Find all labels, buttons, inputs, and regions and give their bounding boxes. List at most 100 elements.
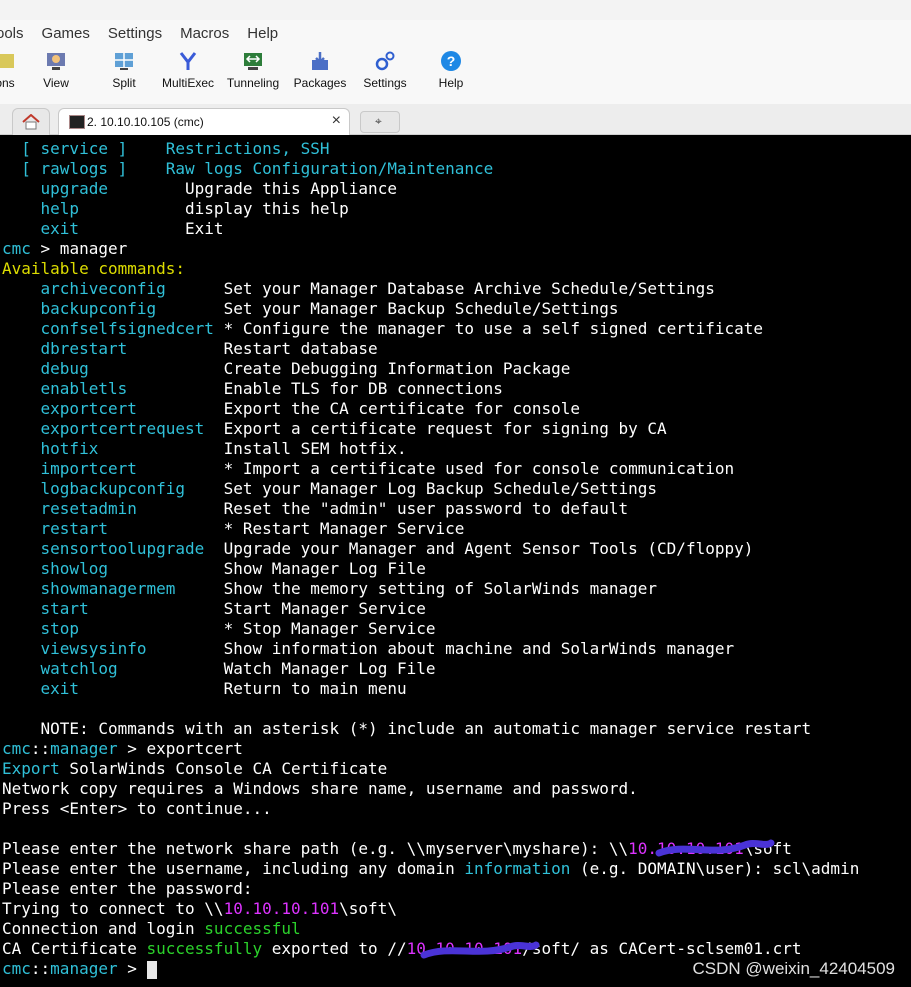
command-name: dbrestart (40, 339, 128, 358)
terminal-line: CA Certificate successfully exported to … (2, 939, 802, 958)
command-description: * Configure the manager to use a self si… (223, 319, 763, 338)
command-description: Enable TLS for DB connections (223, 379, 503, 398)
command-row: stop * Stop Manager Service (2, 619, 436, 639)
command-description: Set your Manager Database Archive Schedu… (223, 279, 715, 298)
command-name: backupconfig (40, 299, 157, 318)
command-row: exportcert Export the CA certificate for… (2, 399, 580, 419)
command-description: Install SEM hotfix. (223, 439, 407, 458)
command-name: showlog (40, 559, 108, 578)
menu-help[interactable]: Help (247, 25, 278, 42)
tab-bar: 2. 10.10.10.105 (cmc) × ⌖ (0, 104, 911, 135)
command-description: Return to main menu (223, 679, 407, 698)
command-description: Reset the "admin" user password to defau… (223, 499, 629, 518)
terminal-line: Network copy requires a Windows share na… (2, 779, 638, 798)
command-row: watchlog Watch Manager Log File (2, 659, 436, 679)
command-name: exportcert (40, 399, 137, 418)
tab-home[interactable] (12, 108, 50, 135)
terminal-line: exit Exit (40, 219, 224, 238)
command-name: debug (40, 359, 89, 378)
toolbar-packages-button[interactable]: Packages (292, 50, 348, 90)
svg-text:?: ? (447, 53, 456, 69)
command-name: sensortoolupgrade (40, 539, 205, 558)
terminal-line: upgrade Upgrade this Appliance (40, 179, 397, 198)
terminal-line: Please enter the username, including any… (2, 859, 860, 878)
terminal-icon (69, 115, 85, 129)
toolbar-settings-button[interactable]: Settings (360, 50, 410, 90)
command-row: restart * Restart Manager Service (2, 519, 465, 539)
command-description: * Stop Manager Service (223, 619, 436, 638)
terminal-heading: Available commands: (2, 259, 186, 278)
terminal-line: [ rawlogs ] Raw logs Configuration/Maint… (2, 159, 494, 178)
command-row: enabletls Enable TLS for DB connections (2, 379, 503, 399)
gear-icon (375, 51, 395, 71)
terminal-prompt-line: cmc::manager > exportcert (2, 739, 243, 758)
menu-macros[interactable]: Macros (180, 25, 229, 42)
command-name: hotfix (40, 439, 99, 458)
terminal-line: [ service ] Restrictions, SSH (2, 139, 330, 158)
command-description: Upgrade your Manager and Agent Sensor To… (223, 539, 754, 558)
command-name: start (40, 599, 89, 618)
command-row: logbackupconfig Set your Manager Log Bac… (2, 479, 658, 499)
terminal-line: Trying to connect to \\10.10.10.101\soft… (2, 899, 397, 918)
command-row: showlog Show Manager Log File (2, 559, 426, 579)
terminal-output[interactable]: [ service ] Restrictions, SSH [ rawlogs … (0, 135, 911, 987)
command-row: exit Return to main menu (2, 679, 407, 699)
command-name: confselfsignedcert (40, 319, 214, 338)
command-row: exportcertrequest Export a certificate r… (2, 419, 667, 439)
terminal-line: Export SolarWinds Console CA Certificate (2, 759, 388, 778)
command-name: exit (40, 679, 80, 698)
command-row: confselfsignedcert * Configure the manag… (2, 319, 763, 339)
command-description: Start Manager Service (223, 599, 426, 618)
tab-session[interactable]: 2. 10.10.10.105 (cmc) × (58, 108, 350, 135)
command-description: Watch Manager Log File (223, 659, 436, 678)
command-name: restart (40, 519, 108, 538)
command-row: importcert * Import a certificate used f… (2, 459, 735, 479)
command-description: Show Manager Log File (223, 559, 426, 578)
toolbar-help-button[interactable]: ? Help (434, 50, 468, 90)
command-row: start Start Manager Service (2, 599, 426, 619)
terminal-note: NOTE: Commands with an asterisk (*) incl… (2, 719, 812, 738)
command-row: dbrestart Restart database (2, 339, 378, 359)
command-description: * Restart Manager Service (223, 519, 465, 538)
command-description: Export a certificate request for signing… (223, 419, 667, 438)
redaction-scribble (655, 839, 775, 857)
command-name: viewsysinfo (40, 639, 147, 658)
close-icon[interactable]: × (332, 112, 341, 130)
command-row: sensortoolupgrade Upgrade your Manager a… (2, 539, 754, 559)
toolbar-tunneling-button[interactable]: Tunneling (224, 50, 282, 90)
command-name: resetadmin (40, 499, 137, 518)
menu-tools[interactable]: ools (0, 25, 24, 42)
menu-bar: ools Games Settings Macros Help (0, 20, 911, 46)
window-top-strip (0, 0, 911, 20)
toolbar-multiexec-button[interactable]: MultiExec (160, 50, 216, 90)
command-description: Set your Manager Log Backup Schedule/Set… (223, 479, 658, 498)
terminal-line: Connection and login successful (2, 919, 301, 938)
command-row: backupconfig Set your Manager Backup Sch… (2, 299, 619, 319)
command-row: viewsysinfo Show information about machi… (2, 639, 735, 659)
command-row: resetadmin Reset the "admin" user passwo… (2, 499, 629, 519)
command-name: enabletls (40, 379, 128, 398)
menu-settings[interactable]: Settings (108, 25, 162, 42)
toolbar-sessions-button[interactable]: ons (0, 50, 16, 90)
new-tab-button[interactable]: ⌖ (360, 111, 400, 133)
command-description: Create Debugging Information Package (223, 359, 571, 378)
terminal-line: Press <Enter> to continue... (2, 799, 272, 818)
toolbar-split-button[interactable]: Split (106, 50, 142, 90)
command-row: hotfix Install SEM hotfix. (2, 439, 407, 459)
terminal-line: help display this help (40, 199, 349, 218)
multiexec-icon (179, 52, 197, 70)
packages-icon (312, 52, 328, 70)
terminal-cursor (146, 960, 157, 979)
command-row: archiveconfig Set your Manager Database … (2, 279, 715, 299)
command-name: watchlog (40, 659, 118, 678)
new-tab-icon: ⌖ (375, 114, 382, 128)
toolbar-view-button[interactable]: View (38, 50, 74, 90)
command-description: Restart database (223, 339, 378, 358)
command-name: importcert (40, 459, 137, 478)
command-description: Set your Manager Backup Schedule/Setting… (223, 299, 619, 318)
command-row: showmanagermem Show the memory setting o… (2, 579, 658, 599)
command-row: debug Create Debugging Information Packa… (2, 359, 571, 379)
menu-games[interactable]: Games (42, 25, 90, 42)
watermark: CSDN @weixin_42404509 (692, 959, 895, 978)
command-name: stop (40, 619, 80, 638)
